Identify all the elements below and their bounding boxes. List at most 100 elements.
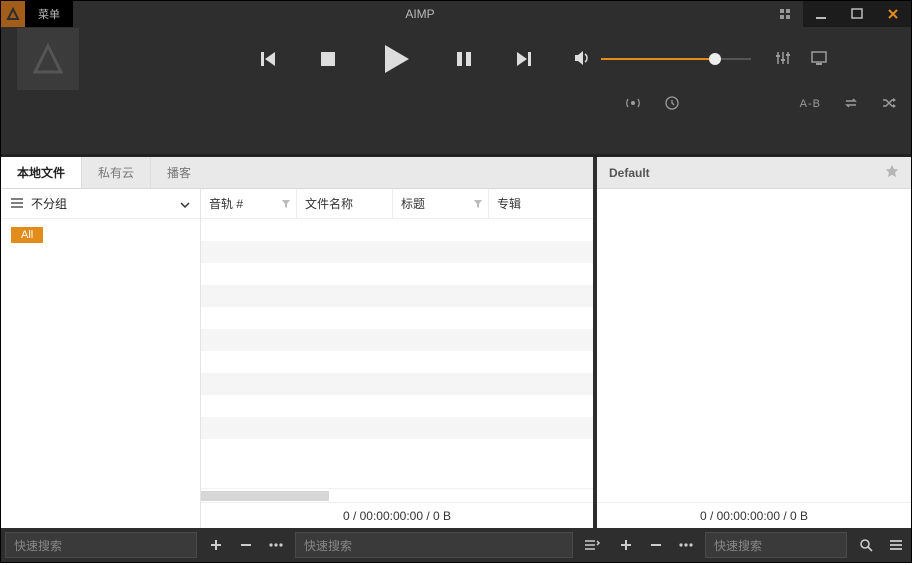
- library-more-button[interactable]: [261, 528, 291, 562]
- ab-repeat-button[interactable]: A-B: [800, 98, 821, 110]
- minimize-icon: [814, 7, 828, 21]
- album-art-placeholder: [17, 28, 79, 90]
- library-sidebar: 不分组 All: [1, 189, 201, 528]
- visualization-button[interactable]: [811, 50, 827, 69]
- shuffle-icon: [881, 96, 897, 110]
- table-row: [201, 263, 593, 285]
- volume-fill: [601, 58, 715, 60]
- play-button[interactable]: [379, 42, 413, 76]
- star-icon: [885, 164, 899, 178]
- table-row: [201, 417, 593, 439]
- shuffle-button[interactable]: [881, 96, 897, 113]
- library-sort-button[interactable]: [577, 528, 607, 562]
- maximize-button[interactable]: [839, 1, 875, 27]
- playlist-search-input[interactable]: 快速搜索: [705, 532, 847, 558]
- col-title[interactable]: 标题: [393, 189, 489, 218]
- filter-icon[interactable]: [282, 197, 290, 211]
- grid-header-row: 音轨 # 文件名称 标题 专辑: [201, 189, 593, 219]
- playlist-add-button[interactable]: [611, 528, 641, 562]
- plus-icon: [619, 538, 633, 552]
- more-icon: [678, 542, 694, 548]
- skip-next-icon: [515, 50, 533, 68]
- main-menu-button[interactable]: 菜单: [25, 1, 73, 27]
- monitor-icon: [811, 50, 827, 66]
- titlebar: 菜单 AIMP: [1, 1, 911, 27]
- grouping-selector[interactable]: 不分组: [1, 189, 200, 219]
- table-row: [201, 351, 593, 373]
- more-icon: [268, 542, 284, 548]
- library-tabs: 本地文件 私有云 播客: [1, 157, 593, 189]
- close-button[interactable]: [875, 1, 911, 27]
- tab-local-files[interactable]: 本地文件: [1, 157, 81, 188]
- minimize-button[interactable]: [803, 1, 839, 27]
- clock-icon: [665, 96, 679, 110]
- list-icon: [11, 197, 23, 211]
- favorite-playlist-button[interactable]: [885, 164, 899, 181]
- table-row: [201, 285, 593, 307]
- table-row: [201, 395, 593, 417]
- playlist-more-button[interactable]: [671, 528, 701, 562]
- col-album[interactable]: 专辑: [489, 189, 593, 218]
- pause-button[interactable]: [455, 50, 473, 68]
- library-add-button[interactable]: [201, 528, 231, 562]
- skip-previous-icon: [259, 50, 277, 68]
- tab-podcast[interactable]: 播客: [150, 157, 207, 188]
- compact-view-button[interactable]: [767, 1, 803, 27]
- tab-private-cloud[interactable]: 私有云: [81, 157, 150, 188]
- stop-icon: [319, 50, 337, 68]
- filter-icon[interactable]: [474, 197, 482, 211]
- internet-radio-button[interactable]: [625, 96, 641, 113]
- stop-button[interactable]: [319, 50, 337, 68]
- sidebar-search-input[interactable]: 快速搜索: [5, 532, 197, 558]
- library-search-input[interactable]: 快速搜索: [295, 532, 573, 558]
- library-panel: 本地文件 私有云 播客 不分组 All: [1, 157, 593, 528]
- close-icon: [886, 7, 900, 21]
- filter-badge-all[interactable]: All: [11, 227, 43, 243]
- minus-icon: [649, 538, 663, 552]
- volume-icon[interactable]: [573, 49, 591, 70]
- scheduler-button[interactable]: [665, 96, 679, 113]
- volume-slider[interactable]: [601, 58, 751, 60]
- table-row: [201, 241, 593, 263]
- app-window: 菜单 AIMP: [0, 0, 912, 563]
- equalizer-icon: [775, 50, 791, 66]
- horizontal-scrollbar[interactable]: [201, 488, 593, 502]
- play-icon: [379, 42, 413, 76]
- volume-control: [573, 49, 751, 70]
- grouping-label: 不分组: [31, 195, 67, 212]
- next-button[interactable]: [515, 50, 533, 68]
- grid-icon: [779, 8, 791, 20]
- playlist-panel: Default 0 / 00:00:00:00 / 0 B: [597, 157, 911, 528]
- equalizer-button[interactable]: [775, 50, 791, 69]
- track-grid: 音轨 # 文件名称 标题 专辑: [201, 189, 593, 528]
- table-row: [201, 329, 593, 351]
- playlist-header[interactable]: Default: [597, 157, 911, 189]
- playlist-status: 0 / 00:00:00:00 / 0 B: [597, 502, 911, 528]
- playlist-find-button[interactable]: [851, 528, 881, 562]
- previous-button[interactable]: [259, 50, 277, 68]
- scrollbar-thumb[interactable]: [201, 491, 329, 501]
- footer-bar: 快速搜索 快速搜索 快速搜索: [1, 528, 911, 562]
- col-filename[interactable]: 文件名称: [297, 189, 393, 218]
- playlist-remove-button[interactable]: [641, 528, 671, 562]
- table-row: [201, 373, 593, 395]
- search-icon: [859, 538, 873, 552]
- table-row: [201, 219, 593, 241]
- repeat-button[interactable]: [843, 96, 859, 113]
- playback-controls: [259, 42, 533, 76]
- hamburger-icon: [889, 539, 903, 551]
- library-status: 0 / 00:00:00:00 / 0 B: [201, 502, 593, 528]
- sort-icon: [584, 539, 600, 551]
- repeat-icon: [843, 96, 859, 110]
- chevron-down-icon: [180, 197, 190, 211]
- col-track-number[interactable]: 音轨 #: [201, 189, 297, 218]
- playlist-body[interactable]: [597, 189, 911, 502]
- grid-body[interactable]: [201, 219, 593, 488]
- content-area: 本地文件 私有云 播客 不分组 All: [1, 157, 911, 528]
- volume-thumb[interactable]: [709, 53, 721, 65]
- playlist-menu-button[interactable]: [881, 528, 911, 562]
- plus-icon: [209, 538, 223, 552]
- app-logo: [1, 1, 25, 27]
- library-remove-button[interactable]: [231, 528, 261, 562]
- minus-icon: [239, 538, 253, 552]
